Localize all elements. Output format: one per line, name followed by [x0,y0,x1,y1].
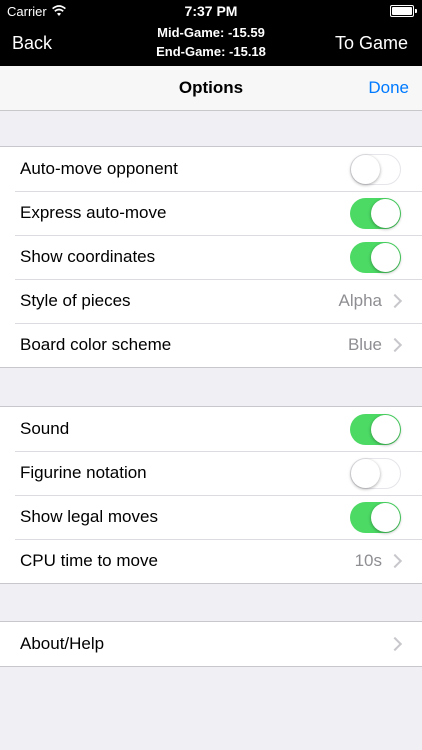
row-cpu-time-to-move[interactable]: CPU time to move 10s [0,539,422,583]
switch-knob [371,503,400,532]
row-label: CPU time to move [20,551,158,570]
clock: 7:37 PM [184,3,238,19]
options-group-display: Sound Figurine notation Show legal moves… [0,406,422,584]
row-label: Auto-move opponent [20,159,178,178]
switch-knob [371,243,400,272]
page-title: Options [178,78,244,97]
top-bar: Carrier 7:37 PM Back Mid-Game: -15.59 En… [0,0,422,66]
done-button[interactable]: Done [368,78,409,98]
options-group-help: About/Help [0,621,422,667]
sound-switch[interactable] [350,414,401,445]
board-color-scheme-value: Blue [347,335,382,354]
row-label: Style of pieces [20,291,131,310]
row-label: Figurine notation [20,463,147,482]
navigation-bar: Options Done [0,66,422,111]
row-label: Express auto-move [20,203,167,222]
chevron-right-icon [387,337,403,353]
chevron-right-icon [387,553,403,569]
style-of-pieces-value: Alpha [338,291,382,310]
row-auto-move-opponent: Auto-move opponent [0,147,422,191]
to-game-button[interactable]: To Game [335,33,408,54]
row-show-coordinates: Show coordinates [0,235,422,279]
switch-knob [351,155,380,184]
row-label: Show coordinates [20,247,156,266]
options-group-game: Auto-move opponent Express auto-move Sho… [0,146,422,368]
row-show-legal-moves: Show legal moves [0,495,422,539]
switch-knob [351,459,380,488]
figurine-notation-switch[interactable] [350,458,401,489]
show-coordinates-switch[interactable] [350,242,401,273]
battery-icon [390,5,417,17]
chevron-right-icon [387,293,403,309]
chevron-right-icon [387,636,403,652]
row-about-help[interactable]: About/Help [0,622,422,666]
switch-knob [371,199,400,228]
cpu-time-value: 10s [354,551,382,570]
row-label: Board color scheme [20,335,172,354]
row-sound: Sound [0,407,422,451]
row-figurine-notation: Figurine notation [0,451,422,495]
status-bar: Carrier 7:37 PM [0,0,422,22]
auto-move-opponent-switch[interactable] [350,154,401,185]
switch-knob [371,415,400,444]
express-auto-move-switch[interactable] [350,198,401,229]
row-style-of-pieces[interactable]: Style of pieces Alpha [0,279,422,323]
row-label: Sound [20,419,70,438]
row-label: About/Help [20,634,105,653]
show-legal-moves-switch[interactable] [350,502,401,533]
row-board-color-scheme[interactable]: Board color scheme Blue [0,323,422,367]
row-express-auto-move: Express auto-move [0,191,422,235]
row-label: Show legal moves [20,507,158,526]
